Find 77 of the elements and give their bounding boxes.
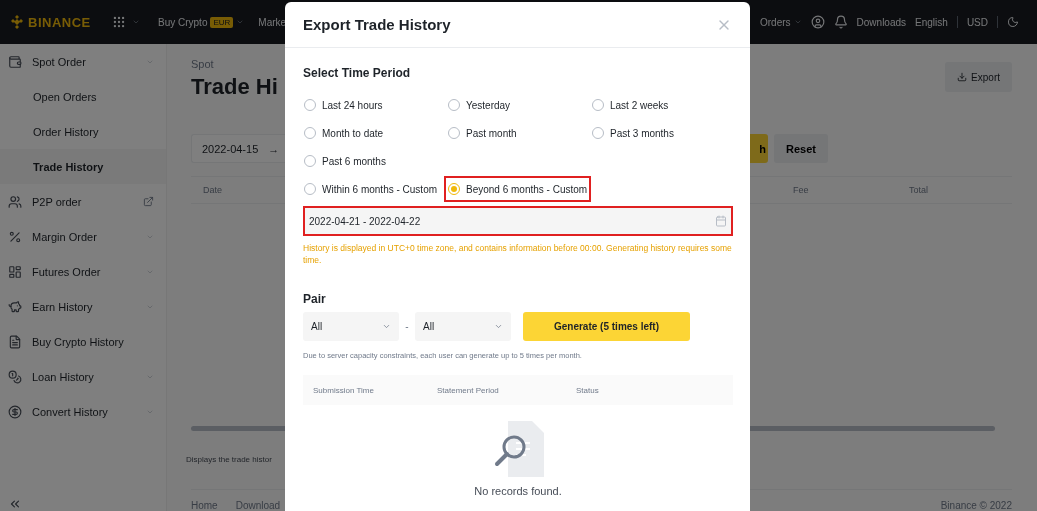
search-button[interactable]: h	[750, 134, 768, 163]
radio-option[interactable]: Beyond 6 months - Custom	[444, 176, 591, 202]
sidebar-icon	[8, 404, 22, 419]
collapse-icon[interactable]	[8, 497, 22, 511]
sidebar-icon	[8, 229, 22, 244]
column-header: Statement Period	[437, 385, 499, 395]
radio-option[interactable]: Past month	[444, 120, 591, 146]
date-range-field[interactable]: 2022-04-21 - 2022-04-22	[303, 206, 733, 236]
sidebar-item[interactable]: P2P order	[0, 184, 166, 219]
sidebar-icon	[8, 264, 22, 279]
bell-icon[interactable]	[833, 15, 848, 29]
generate-button[interactable]: Generate (5 times left)	[523, 312, 690, 341]
sidebar-item[interactable]: Convert History	[0, 394, 166, 429]
section-label: Select Time Period	[303, 66, 412, 80]
breadcrumb: Spot	[191, 58, 215, 70]
column-header: Submission Time	[313, 385, 374, 395]
apps-grid-icon[interactable]	[112, 15, 126, 29]
caret-icon	[382, 322, 391, 331]
logo-text: BINANCE	[28, 14, 91, 30]
section-label: Pair	[303, 292, 327, 306]
sidebar-subitem[interactable]: Order History	[0, 114, 166, 149]
caret-icon	[132, 18, 140, 26]
export-button[interactable]: Export	[945, 62, 1012, 92]
radio-option[interactable]: Last 24 hours	[300, 92, 447, 118]
base-select[interactable]: All	[303, 312, 399, 341]
download-icon	[957, 72, 968, 82]
user-icon[interactable]	[810, 15, 825, 29]
nav-item[interactable]: Marke	[258, 16, 287, 28]
page-title: Trade Hi	[191, 74, 278, 100]
sidebar-subitem[interactable]: Open Orders	[0, 79, 166, 114]
column-header: Fee	[793, 185, 809, 195]
caret-icon	[793, 18, 802, 26]
nav-item[interactable]: Buy Crypto EUR	[158, 16, 245, 28]
radio-option[interactable]: Within 6 months - Custom	[300, 176, 447, 202]
currency-link[interactable]: USD	[966, 16, 988, 28]
table-note: Displays the trade histor	[186, 455, 273, 464]
radio-option[interactable]: Month to date	[300, 120, 447, 146]
sidebar-icon	[8, 54, 22, 69]
sidebar-item[interactable]: Loan History	[0, 359, 166, 394]
radio-option[interactable]: Last 2 weeks	[588, 92, 735, 118]
logo-icon	[10, 15, 24, 29]
column-header: Total	[909, 185, 928, 195]
sidebar-item[interactable]: Spot Order	[0, 44, 166, 79]
sidebar-item[interactable]: Earn History	[0, 289, 166, 324]
dialog-title: Export Trade History	[303, 16, 451, 33]
sidebar-icon	[8, 194, 22, 209]
caret-icon	[494, 322, 503, 331]
copyright: Binance © 2022	[940, 500, 1012, 511]
pair-separator: -	[404, 321, 410, 332]
caret-icon	[236, 18, 245, 26]
language-link[interactable]: English	[915, 16, 948, 28]
sidebar-item[interactable]: Futures Order	[0, 254, 166, 289]
external-link-icon	[143, 196, 154, 207]
logo[interactable]: BINANCE	[10, 14, 106, 30]
nav-item[interactable]: Downloads	[856, 16, 907, 28]
column-header: Status	[576, 385, 599, 395]
column-header: Date	[203, 185, 222, 195]
calendar-icon	[715, 215, 727, 227]
reset-button[interactable]: Reset	[774, 134, 828, 163]
sidebar-subitem[interactable]: Trade History	[0, 149, 166, 184]
radio-option[interactable]: Past 6 months	[300, 148, 447, 174]
date-field[interactable]: 2022-04-15 →	[191, 134, 285, 163]
radio-option[interactable]: Past 3 months	[588, 120, 735, 146]
empty-message: No records found.	[474, 485, 562, 497]
footer-link[interactable]: Home	[191, 500, 218, 511]
timezone-warning: History is displayed in UTC+0 time zone, and contains information before 00:00. Generating history requires some time.	[303, 242, 733, 266]
sidebar-icon	[8, 369, 22, 384]
sidebar-item[interactable]: Margin Order	[0, 219, 166, 254]
radio-option[interactable]: Yesterday	[444, 92, 591, 118]
nav-item[interactable]: Orders	[760, 16, 802, 28]
footer-link[interactable]: Download	[235, 500, 281, 511]
currency-badge: EUR	[210, 16, 234, 28]
quote-select[interactable]: All	[415, 312, 511, 341]
sidebar-icon	[8, 334, 22, 349]
moon-icon[interactable]	[1007, 16, 1019, 28]
sidebar-item[interactable]: Buy Crypto History	[0, 324, 166, 359]
sidebar-icon	[8, 299, 22, 314]
